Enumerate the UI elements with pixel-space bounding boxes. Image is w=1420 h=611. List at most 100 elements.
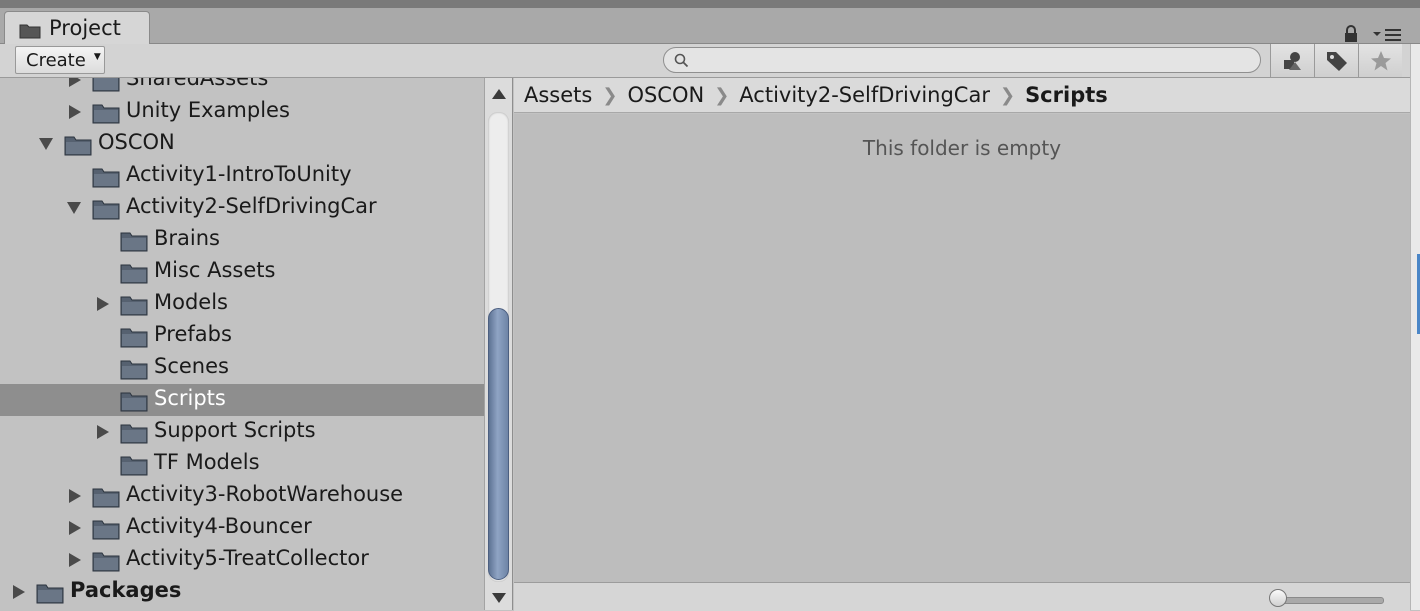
scroll-up-icon[interactable]	[491, 88, 507, 100]
tree-item-label: Misc Assets	[154, 258, 276, 282]
breadcrumb-item-activity2[interactable]: Activity2-SelfDrivingCar	[739, 83, 990, 107]
folder-icon	[92, 104, 120, 124]
tree-item-activity3[interactable]: Activity3-RobotWarehouse	[0, 480, 484, 512]
tree-item-label: Activity5-TreatCollector	[126, 546, 369, 570]
chevron-right-icon: ❯	[714, 84, 730, 106]
folder-icon	[92, 520, 120, 540]
expand-arrow-icon[interactable]	[96, 296, 110, 312]
chevron-down-icon: ▼	[93, 52, 101, 62]
tree-item-label: Activity4-Bouncer	[126, 514, 312, 538]
tab-project[interactable]: Project	[4, 11, 150, 44]
tree-item-models[interactable]: Models	[0, 288, 484, 320]
menu-icon[interactable]	[1371, 26, 1403, 42]
tree-item-activity5[interactable]: Activity5-TreatCollector	[0, 544, 484, 576]
project-toolbar: Create ▼	[0, 44, 1420, 78]
zoom-slider-track[interactable]	[1282, 597, 1384, 604]
tree-item-support-scripts[interactable]: Support Scripts	[0, 416, 484, 448]
empty-folder-message: This folder is empty	[862, 136, 1062, 160]
tree-item-packages[interactable]: Packages	[0, 576, 484, 608]
folder-icon	[120, 232, 148, 252]
folder-icon	[19, 20, 41, 39]
zoom-slider-handle[interactable]	[1269, 589, 1287, 607]
breadcrumb-item-oscon[interactable]: OSCON	[627, 83, 704, 107]
window-top-strip	[0, 0, 1420, 8]
breadcrumb: Assets ❯ OSCON ❯ Activity2-SelfDrivingCa…	[514, 78, 1410, 113]
folder-icon	[92, 200, 120, 220]
tree-item-activity2[interactable]: Activity2-SelfDrivingCar	[0, 192, 484, 224]
folder-icon	[120, 424, 148, 444]
tree-item-label: OSCON	[98, 130, 175, 154]
tree-item-prefabs[interactable]: Prefabs	[0, 320, 484, 352]
folder-tree: SharedAssets Unity Examples OSCON Activi…	[0, 78, 484, 610]
tree-item-activity4[interactable]: Activity4-Bouncer	[0, 512, 484, 544]
breadcrumb-item-scripts[interactable]: Scripts	[1025, 83, 1108, 107]
tree-item-activity1[interactable]: Activity1-IntroToUnity	[0, 160, 484, 192]
expand-arrow-icon[interactable]	[96, 424, 110, 440]
folder-icon	[120, 456, 148, 476]
lock-icon[interactable]	[1343, 25, 1359, 43]
folder-icon	[120, 328, 148, 348]
tab-project-label: Project	[49, 16, 121, 40]
scroll-thumb[interactable]	[488, 308, 509, 580]
tree-item-sharedassets[interactable]: SharedAssets	[0, 78, 484, 96]
folder-icon	[120, 296, 148, 316]
tab-bar: Project	[0, 8, 1420, 44]
folder-icon	[120, 392, 148, 412]
tree-item-label: Activity2-SelfDrivingCar	[126, 194, 377, 218]
create-button-label: Create	[26, 49, 86, 71]
folder-icon	[120, 360, 148, 380]
tree-item-tf-models[interactable]: TF Models	[0, 448, 484, 480]
favorites-star-icon	[1370, 50, 1391, 70]
tree-item-oscon[interactable]: OSCON	[0, 128, 484, 160]
tree-item-label: Scripts	[154, 386, 226, 410]
tree-item-label: Support Scripts	[154, 418, 316, 442]
filter-by-type-icon	[1283, 51, 1301, 70]
tree-item-label: Models	[154, 290, 228, 314]
tree-item-label: Brains	[154, 226, 220, 250]
tree-scrollbar[interactable]	[484, 78, 513, 610]
tree-item-unity-examples[interactable]: Unity Examples	[0, 96, 484, 128]
folder-icon	[92, 552, 120, 572]
expand-arrow-icon[interactable]	[68, 520, 82, 536]
collapse-arrow-icon[interactable]	[66, 201, 82, 215]
breadcrumb-item-assets[interactable]: Assets	[524, 83, 592, 107]
tree-item-label: Activity3-RobotWarehouse	[126, 482, 404, 506]
scroll-down-icon[interactable]	[491, 592, 507, 604]
folder-icon	[36, 584, 64, 604]
expand-arrow-icon[interactable]	[68, 488, 82, 504]
expand-arrow-icon[interactable]	[68, 104, 82, 120]
expand-arrow-icon[interactable]	[68, 552, 82, 568]
tree-item-brains[interactable]: Brains	[0, 224, 484, 256]
expand-arrow-icon[interactable]	[68, 78, 82, 88]
window-edge	[1410, 44, 1420, 610]
search-input[interactable]	[694, 50, 1248, 72]
search-field[interactable]	[663, 47, 1261, 73]
expand-arrow-icon[interactable]	[12, 584, 26, 600]
folder-content-area[interactable]: This folder is empty	[514, 114, 1410, 582]
bottom-bar	[514, 582, 1410, 611]
tree-item-label: SharedAssets	[126, 78, 269, 90]
chevron-right-icon: ❯	[602, 84, 618, 106]
tree-item-misc-assets[interactable]: Misc Assets	[0, 256, 484, 288]
tree-item-scenes[interactable]: Scenes	[0, 352, 484, 384]
chevron-right-icon: ❯	[999, 84, 1016, 106]
search-icon	[674, 53, 689, 68]
filter-by-label-icon	[1326, 51, 1347, 71]
folder-icon	[92, 78, 120, 92]
collapse-arrow-icon[interactable]	[38, 137, 54, 151]
tree-item-label: Activity1-IntroToUnity	[126, 162, 352, 186]
filter-by-label-button[interactable]	[1314, 44, 1358, 77]
folder-icon	[64, 136, 92, 156]
tree-item-label: Scenes	[154, 354, 229, 378]
tree-item-label: TF Models	[154, 450, 260, 474]
tree-item-label: Packages	[70, 578, 182, 602]
tree-item-label: Prefabs	[154, 322, 232, 346]
tree-item-label: Unity Examples	[126, 98, 290, 122]
favorites-button[interactable]	[1358, 44, 1402, 77]
filter-by-type-button[interactable]	[1270, 44, 1314, 77]
create-button[interactable]: Create ▼	[15, 46, 105, 74]
folder-icon	[120, 264, 148, 284]
folder-icon	[92, 168, 120, 188]
folder-icon	[92, 488, 120, 508]
tree-item-scripts[interactable]: Scripts	[0, 384, 484, 416]
